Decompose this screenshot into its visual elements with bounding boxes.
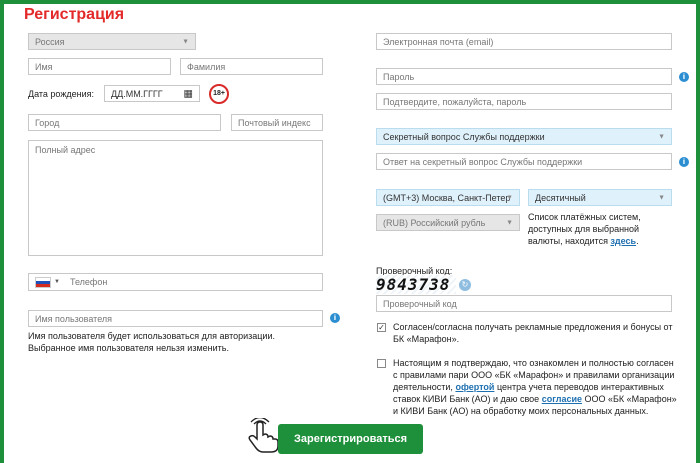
odds-format-value: Десятичный [535,192,586,203]
chevron-down-icon: ▼ [182,38,189,45]
promo-text-2: БК «Марафон». [393,334,460,344]
last-name-input[interactable]: Фамилия [180,58,323,75]
email-input[interactable]: Электронная почта (email) [376,33,672,50]
calendar-icon[interactable]: ▦ [184,88,193,99]
age-restriction-badge: 18+ [209,84,229,104]
info-icon[interactable]: i [679,72,689,82]
chevron-down-icon[interactable]: ▼ [54,279,60,285]
birthdate-label: Дата рождения: [28,89,94,99]
consent-link[interactable]: согласие [542,394,582,404]
info-icon[interactable]: i [679,157,689,167]
username-help-1: Имя пользователя будет использоваться дл… [28,331,275,341]
page-title: Регистрация [24,6,125,23]
terms-text-4b: ООО «БК «Марафон» [584,394,677,404]
chevron-down-icon: ▼ [506,194,513,201]
postal-code-input[interactable]: Почтовый индекс [231,114,323,131]
frame-top [0,0,700,4]
username-help-2: Выбранное имя пользователя нельзя измени… [28,343,229,353]
chevron-down-icon: ▼ [506,219,513,226]
payment-systems-link[interactable]: здесь [610,236,636,246]
phone-placeholder: Телефон [69,277,108,287]
terms-checkbox[interactable] [377,359,386,368]
first-name-input[interactable]: Имя [28,58,171,75]
terms-text-1: Настоящим я подтверждаю, что ознакомлен … [393,358,674,368]
currency-value: (RUB) Российский рубль [383,217,486,228]
terms-text-4a: ставок КИВИ Банк (АО) и даю свое [393,394,540,404]
currency-select[interactable]: (RUB) Российский рубль ▼ [376,214,520,231]
password-input[interactable]: Пароль [376,68,672,85]
timezone-value: (GMT+3) Москва, Санкт-Петер [383,192,511,203]
payment-note-3: валюты, находится здесь. [528,236,639,246]
pointer-hand-icon [248,418,279,453]
promo-checkbox[interactable]: ✓ [377,323,386,332]
city-input[interactable]: Город [28,114,221,131]
terms-text-2: с правилами пари ООО «БК «Марафон» и пра… [393,370,675,380]
chevron-down-icon: ▼ [658,133,665,140]
secret-question-select[interactable]: Секретный вопрос Службы поддержки ▼ [376,128,672,145]
frame-right [696,0,700,463]
country-select[interactable]: Россия ▼ [28,33,196,50]
register-button[interactable]: Зарегистрироваться [278,424,423,454]
odds-format-select[interactable]: Десятичный ▼ [528,189,672,206]
payment-note-2: доступных для выбранной [528,224,640,234]
secret-answer-input[interactable]: Ответ на секретный вопрос Службы поддерж… [376,153,672,170]
country-value: Россия [35,36,65,47]
secret-question-value: Секретный вопрос Службы поддержки [383,131,545,142]
birthdate-placeholder: ДД.ММ.ГГГГ [111,88,163,99]
payment-note-1: Список платёжных систем, [528,212,641,222]
password-confirm-input[interactable]: Подтвердите, пожалуйста, пароль [376,93,672,110]
terms-text-3: деятельности, офертой центра учета перев… [393,381,664,393]
russia-flag-icon[interactable] [35,276,51,288]
terms-text-3a: деятельности, [393,382,453,392]
timezone-select[interactable]: (GMT+3) Москва, Санкт-Петер ▼ [376,189,520,206]
offer-link[interactable]: офертой [455,382,494,392]
chevron-down-icon: ▼ [658,194,665,201]
username-input[interactable]: Имя пользователя [28,310,323,327]
birthdate-input[interactable]: ДД.ММ.ГГГГ ▦ [104,85,200,102]
payment-note-3-text: валюты, находится [528,236,608,246]
phone-input[interactable]: ▼ Телефон [28,273,323,291]
terms-text-4: ставок КИВИ Банк (АО) и даю свое согласи… [393,393,677,405]
address-textarea[interactable]: Полный адрес [28,140,323,256]
terms-text-5: и КИВИ Банк (АО) на обработку моих персо… [393,406,649,416]
promo-text-1: Согласен/согласна получать рекламные пре… [393,322,673,332]
captcha-image: 9843738 [376,275,456,294]
terms-text-3b: центра учета переводов интерактивных [496,382,664,392]
captcha-input[interactable]: Проверочный код [376,295,672,312]
info-icon[interactable]: i [330,313,340,323]
frame-left [0,0,4,463]
refresh-icon[interactable]: ↻ [459,279,471,291]
